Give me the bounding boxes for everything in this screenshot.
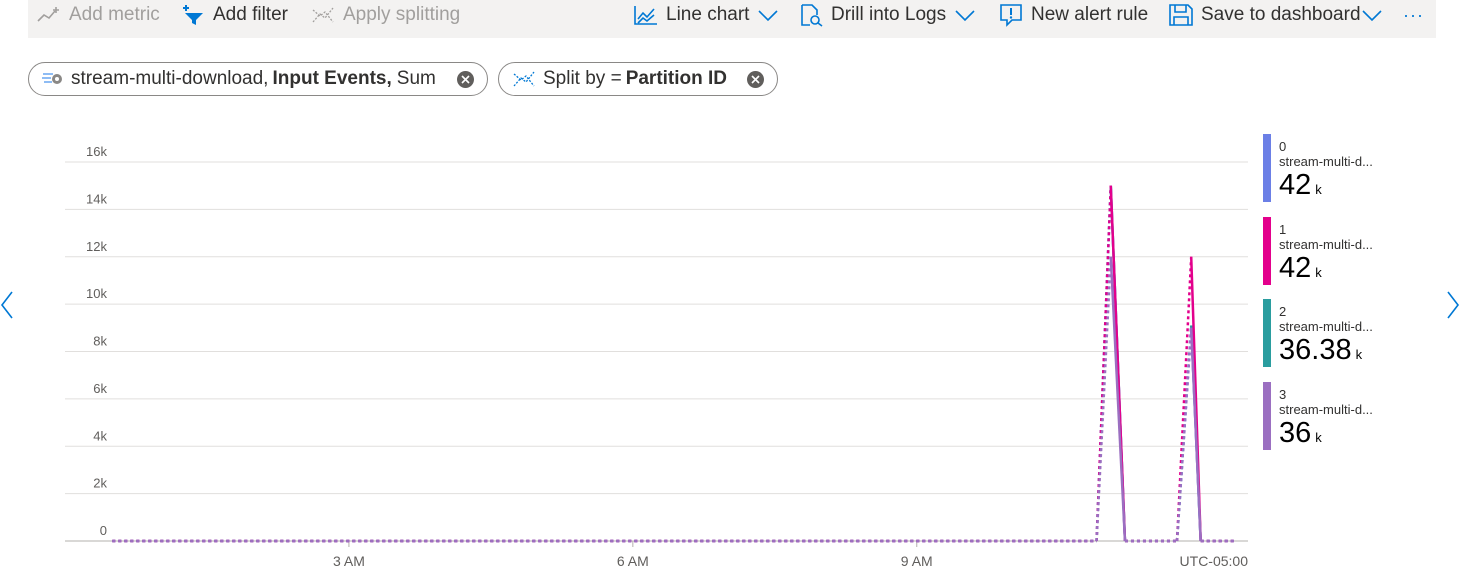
legend-value: 42 k — [1279, 169, 1322, 202]
y-tick-label: 10k — [86, 286, 107, 301]
legend-value-unit: k — [1355, 347, 1363, 362]
split-icon — [511, 68, 537, 90]
new-alert-rule-button[interactable]: New alert rule — [998, 0, 1148, 30]
drill-into-logs-dropdown[interactable]: Drill into Logs — [798, 0, 976, 30]
stream-analytics-icon — [41, 68, 65, 90]
legend-resource: stream-multi-d... — [1279, 237, 1373, 252]
add-metric-button[interactable]: Add metric — [36, 0, 160, 30]
next-chevron-icon[interactable] — [1446, 290, 1460, 325]
metric-pill[interactable]: stream-multi-download, Input Events, Sum — [28, 62, 488, 96]
remove-split-icon[interactable] — [747, 71, 764, 88]
series-3-segment — [1175, 327, 1193, 542]
x-tick-label: 3 AM — [333, 553, 365, 569]
legend-value-unit: k — [1315, 182, 1322, 197]
x-tick-label: 9 AM — [901, 553, 933, 569]
y-tick-label: 2k — [93, 476, 107, 491]
command-toolbar: Add metric Add filter Apply splitting Li… — [28, 0, 1436, 38]
split-value: Partition ID — [625, 68, 728, 89]
more-options-label: ··· — [1403, 4, 1424, 25]
legend-item[interactable]: 0 stream-multi-d... 42 k — [1263, 134, 1423, 204]
legend-value-unit: k — [1315, 265, 1322, 280]
drill-into-logs-label: Drill into Logs — [831, 4, 947, 25]
y-tick-label: 14k — [86, 191, 107, 206]
legend-resource: stream-multi-d... — [1279, 154, 1373, 169]
add-filter-button[interactable]: Add filter — [180, 0, 288, 30]
split-pill[interactable]: Split by = Partition ID — [498, 62, 778, 96]
timezone-label: UTC-05:00 — [1180, 553, 1249, 569]
metric-name: Input Events, — [272, 68, 392, 89]
logs-icon — [798, 3, 824, 27]
legend-series-name: 2 — [1279, 304, 1287, 319]
legend-resource: stream-multi-d... — [1279, 402, 1373, 417]
legend-series-name: 1 — [1279, 222, 1287, 237]
add-metric-label: Add metric — [69, 4, 160, 25]
legend-item[interactable]: 3 stream-multi-d... 36 k — [1263, 382, 1423, 452]
more-options-button[interactable]: ··· — [1403, 0, 1424, 30]
legend-value-unit: k — [1315, 430, 1322, 445]
y-tick-label: 16k — [86, 144, 107, 159]
y-tick-label: 4k — [93, 428, 107, 443]
y-tick-label: 0 — [100, 523, 107, 538]
chevron-down-icon — [954, 8, 976, 22]
legend-item[interactable]: 2 stream-multi-d... 36.38 k — [1263, 299, 1423, 369]
line-chart-dropdown[interactable]: Line chart — [633, 0, 779, 30]
legend-color-bar — [1263, 382, 1271, 450]
line-chart-icon — [633, 4, 659, 26]
line-chart: 0 2k 4k 6k 8k 10k 12k 14k 16k 3 AM 6 AM 9 AM UTC-05:… — [65, 144, 1249, 569]
legend-value-number: 42 — [1279, 169, 1312, 201]
legend-color-bar — [1263, 134, 1271, 202]
metric-resource: stream-multi-download, — [71, 68, 269, 89]
legend-resource: stream-multi-d... — [1279, 319, 1373, 334]
new-alert-rule-label: New alert rule — [1031, 4, 1149, 25]
y-tick-label: 8k — [93, 334, 107, 349]
series-1-segment — [1095, 185, 1113, 542]
add-filter-label: Add filter — [213, 4, 288, 25]
remove-metric-icon[interactable] — [457, 71, 474, 88]
legend-value: 42 k — [1279, 252, 1322, 285]
apply-splitting-label: Apply splitting — [343, 4, 461, 25]
splitting-icon — [310, 4, 336, 26]
legend-series-name: 0 — [1279, 139, 1287, 154]
legend-value: 36.38 k — [1279, 334, 1362, 367]
apply-splitting-button[interactable]: Apply splitting — [310, 0, 460, 30]
metric-aggregation: Sum — [396, 68, 436, 89]
y-tick-label: 6k — [93, 381, 107, 396]
x-tick-label: 6 AM — [617, 553, 649, 569]
legend-value: 36 k — [1279, 417, 1322, 450]
y-tick-label: 12k — [86, 239, 107, 254]
split-prefix: Split by = — [543, 68, 622, 89]
legend-value-number: 42 — [1279, 252, 1312, 284]
series-3-segment — [1189, 327, 1202, 542]
legend-series-name: 3 — [1279, 387, 1287, 402]
legend-value-number: 36 — [1279, 417, 1312, 449]
save-to-dashboard-dropdown[interactable]: Save to dashboard — [1168, 0, 1383, 30]
line-chart-label: Line chart — [666, 4, 750, 25]
legend-color-bar — [1263, 217, 1271, 285]
chevron-down-icon — [1361, 8, 1383, 22]
legend-value-number: 36.38 — [1279, 334, 1352, 366]
filter-icon — [180, 4, 206, 26]
chevron-down-icon — [757, 8, 779, 22]
alert-icon — [998, 3, 1024, 27]
save-icon — [1168, 3, 1194, 27]
add-metric-icon — [36, 5, 62, 25]
legend-color-bar — [1263, 299, 1271, 367]
legend-item[interactable]: 1 stream-multi-d... 42 k — [1263, 217, 1423, 287]
save-to-dashboard-label: Save to dashboard — [1201, 4, 1361, 25]
